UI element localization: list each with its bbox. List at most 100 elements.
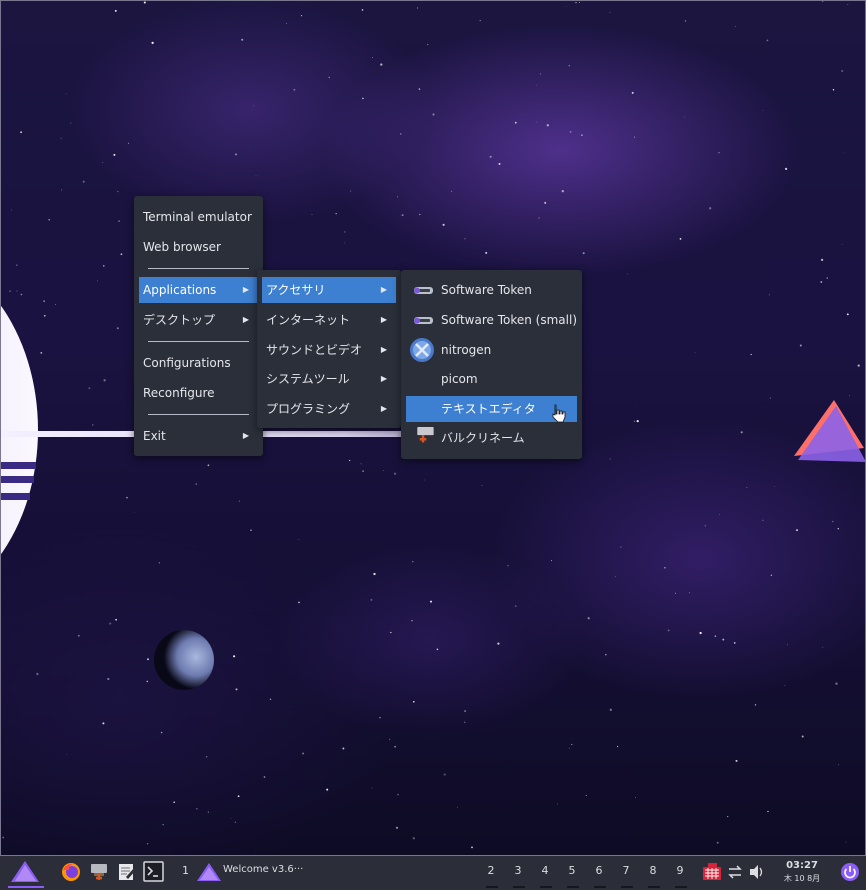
- text-editor-icon[interactable]: [117, 862, 137, 882]
- menu-item-programming[interactable]: プログラミング ▶: [262, 396, 396, 422]
- star: [134, 511, 136, 513]
- menu-item-configurations[interactable]: Configurations: [139, 350, 258, 376]
- star: [746, 486, 748, 489]
- menu-item-software-token-small[interactable]: Software Token (small): [406, 307, 577, 333]
- star: [634, 136, 636, 138]
- prism-shape: [794, 400, 866, 462]
- star: [436, 648, 439, 651]
- star: [556, 803, 558, 805]
- star: [298, 539, 300, 541]
- workspace-8[interactable]: 8: [643, 864, 663, 877]
- star: [566, 6, 568, 7]
- workspace-9[interactable]: 9: [670, 864, 690, 877]
- star: [411, 620, 413, 622]
- star: [300, 15, 303, 17]
- menu-item-bulk-rename[interactable]: バルクリネーム: [406, 425, 577, 451]
- keyboard-icon[interactable]: [702, 862, 722, 882]
- menu-item-picom[interactable]: picom: [406, 366, 577, 392]
- star: [371, 787, 373, 789]
- workspace-7[interactable]: 7: [616, 864, 636, 877]
- power-icon[interactable]: [840, 862, 860, 882]
- workspace-4[interactable]: 4: [535, 864, 555, 877]
- menu-item-sound-video[interactable]: サウンドとビデオ ▶: [262, 337, 396, 363]
- workspace-6[interactable]: 6: [589, 864, 609, 877]
- menu-item-desktop[interactable]: デスクトップ ▶: [139, 307, 258, 333]
- firefox-icon[interactable]: [61, 862, 81, 882]
- clock[interactable]: 03:27 木 10 8月: [776, 859, 828, 885]
- star: [767, 810, 769, 813]
- star: [233, 655, 236, 658]
- star: [538, 217, 540, 219]
- star: [146, 680, 149, 683]
- menu-item-internet[interactable]: インターネット ▶: [262, 307, 396, 333]
- star: [302, 752, 305, 755]
- menu-separator: [148, 268, 249, 269]
- star: [826, 277, 828, 279]
- star: [536, 121, 537, 123]
- star: [429, 600, 433, 603]
- menu-item-nitrogen[interactable]: nitrogen: [406, 337, 577, 363]
- volume-icon[interactable]: [749, 863, 765, 881]
- star: [609, 458, 611, 460]
- star: [539, 73, 542, 75]
- star: [514, 605, 517, 607]
- star: [418, 88, 421, 90]
- star: [497, 642, 500, 645]
- star: [115, 618, 117, 621]
- workspace-label: 7: [622, 864, 630, 877]
- star: [485, 251, 488, 254]
- menu-item-accessories[interactable]: アクセサリ ▶: [262, 277, 396, 303]
- star: [230, 818, 232, 820]
- star: [9, 290, 12, 293]
- current-workspace-number[interactable]: 1: [182, 864, 189, 877]
- accessories-submenu: Software Token Software Token (small) ni…: [401, 270, 582, 459]
- task-button-welcome[interactable]: Welcome v3.6···: [196, 859, 303, 887]
- star: [704, 525, 707, 527]
- star: [451, 190, 452, 192]
- menu-item-software-token[interactable]: Software Token: [406, 277, 577, 303]
- menu-item-label: Web browser: [143, 240, 221, 254]
- star: [464, 238, 466, 240]
- menu-separator: [148, 414, 249, 415]
- workspace-2[interactable]: 2: [481, 864, 501, 877]
- star: [298, 601, 300, 604]
- menu-item-exit[interactable]: Exit ▶: [139, 423, 258, 449]
- star: [768, 294, 770, 296]
- star: [395, 826, 399, 829]
- menu-item-label: Reconfigure: [143, 386, 215, 400]
- star: [103, 265, 105, 267]
- menu-item-system-tools[interactable]: システムツール ▶: [262, 366, 396, 392]
- star: [684, 116, 686, 118]
- star: [569, 130, 572, 133]
- network-icon[interactable]: [727, 863, 743, 881]
- terminal-icon[interactable]: [143, 861, 164, 882]
- menu-item-label: バルクリネーム: [441, 431, 525, 445]
- star: [54, 303, 57, 305]
- file-manager-icon[interactable]: [89, 862, 109, 882]
- star: [784, 685, 786, 686]
- app-menu-icon[interactable]: [10, 860, 40, 884]
- menu-item-label: Configurations: [143, 356, 231, 370]
- menu-item-label: Exit: [143, 429, 166, 443]
- star: [285, 23, 287, 24]
- star: [48, 219, 50, 221]
- star: [841, 244, 843, 245]
- star: [832, 520, 834, 523]
- bulk-rename-icon: [417, 427, 434, 443]
- star: [766, 39, 769, 42]
- menu-item-reconfigure[interactable]: Reconfigure: [139, 380, 258, 406]
- workspace-label: 5: [568, 864, 576, 877]
- menu-item-web-browser[interactable]: Web browser: [139, 234, 258, 260]
- desktop[interactable]: Terminal emulator Web browser Applicatio…: [0, 0, 866, 856]
- menu-item-text-editor[interactable]: テキストエディタ: [406, 396, 577, 423]
- menu-item-label: アクセサリ: [266, 283, 326, 297]
- workspace-5[interactable]: 5: [562, 864, 582, 877]
- star: [311, 213, 313, 216]
- star: [614, 576, 616, 578]
- star: [82, 180, 85, 183]
- menu-item-terminal-emulator[interactable]: Terminal emulator: [139, 204, 258, 230]
- workspace-3[interactable]: 3: [508, 864, 528, 877]
- menu-item-applications[interactable]: Applications ▶: [139, 277, 258, 303]
- applications-submenu: アクセサリ ▶ インターネット ▶ サウンドとビデオ ▶ システムツール ▶ プ…: [257, 270, 401, 428]
- menu-item-label: インターネット: [266, 313, 351, 327]
